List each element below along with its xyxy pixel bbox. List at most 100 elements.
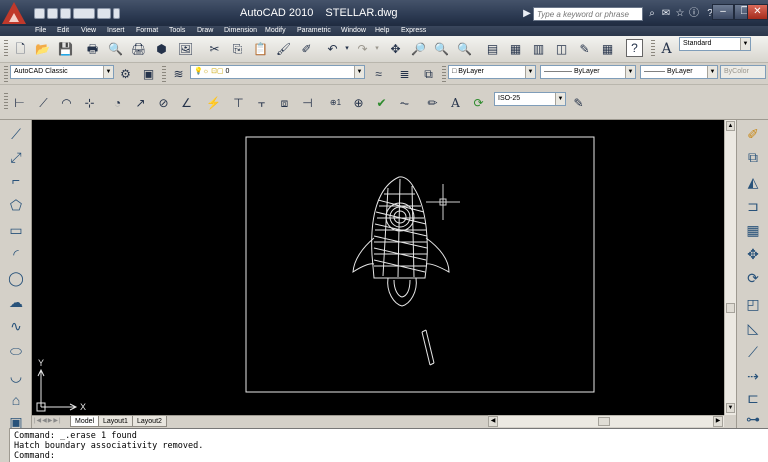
plot-style-select[interactable]: ByColor (720, 65, 766, 79)
join-icon[interactable]: ⊶ (743, 409, 763, 429)
3d-dwf-icon[interactable]: ⬢ (152, 39, 171, 58)
dimension-style-icon[interactable]: ✎ (569, 93, 588, 112)
search-expand-icon[interactable]: ▶ (521, 8, 533, 20)
command-line[interactable]: Command: _.erase 1 found Hatch boundary … (10, 428, 768, 462)
drawing-area[interactable]: Y X (32, 120, 724, 415)
search-icon[interactable]: ⌕ (646, 8, 658, 20)
polyline-icon[interactable]: ⌐ (6, 170, 26, 190)
menu-express[interactable]: Express (401, 26, 426, 36)
insert-block-icon[interactable]: ⌂ (6, 390, 26, 410)
tab-layout1[interactable]: Layout1 (98, 416, 133, 427)
qnew-icon[interactable]: 🗋 (11, 39, 30, 58)
text-style-select[interactable]: Standard ▼ (679, 37, 751, 51)
open-icon[interactable] (47, 8, 58, 19)
workspace-select[interactable]: AutoCAD Classic ▼ (10, 65, 114, 79)
array-icon[interactable]: ▦ (743, 220, 763, 240)
info-icon[interactable]: ⓘ (688, 8, 700, 20)
toolbar-grip[interactable] (442, 66, 446, 82)
match-properties-icon[interactable]: 🖌 (274, 39, 293, 58)
text-style-icon[interactable]: A (657, 39, 676, 58)
copy-object-icon[interactable]: ⧉ (743, 147, 763, 167)
toolbar-grip[interactable] (651, 40, 655, 58)
tab-layout2[interactable]: Layout2 (132, 416, 167, 427)
extend-icon[interactable]: ⇢ (743, 366, 763, 386)
command-line-grip[interactable] (0, 428, 10, 462)
center-mark-icon[interactable]: ⊕ (349, 93, 368, 112)
communication-center-icon[interactable]: ✉ (660, 8, 672, 20)
design-center-icon[interactable]: ▦ (506, 39, 525, 58)
revision-cloud-icon[interactable]: ☁ (6, 292, 26, 312)
plot-icon[interactable]: 🖶 (83, 39, 102, 58)
scroll-up-icon[interactable]: ▲ (726, 121, 735, 131)
save-file-icon[interactable]: 💾 (56, 39, 75, 58)
menu-tools[interactable]: Tools (169, 26, 185, 36)
cut-icon[interactable]: ✂ (205, 39, 224, 58)
lineweight-select[interactable]: ——— ByLayer ▼ (640, 65, 718, 79)
ordinate-icon[interactable]: ⊹ (80, 93, 99, 112)
publish-to-web-icon[interactable]: 🖼 (176, 39, 195, 58)
copy-icon[interactable]: ⎘ (228, 39, 247, 58)
workspace-settings-gear-icon[interactable]: ⚙ (116, 64, 135, 83)
jogged-linear-icon[interactable]: ⏦ (395, 93, 414, 112)
radius-icon[interactable]: ◔ (108, 93, 127, 112)
rotate-icon[interactable]: ⟳ (743, 268, 763, 288)
block-editor-icon[interactable]: ✐ (297, 39, 316, 58)
linetype-select[interactable]: ———— ByLayer ▼ (540, 65, 636, 79)
undo-dropdown-icon[interactable]: ▾ (343, 39, 351, 58)
trim-icon[interactable]: ⟋ (743, 342, 763, 362)
aligned-dimension-icon[interactable]: ⟋ (34, 93, 53, 112)
markup-set-manager-icon[interactable]: ✎ (575, 39, 594, 58)
toolbar-grip[interactable] (4, 93, 8, 111)
scroll-left-icon[interactable]: ◀ (488, 416, 498, 427)
new-icon[interactable] (34, 8, 45, 19)
redo-dropdown-icon[interactable]: ▾ (373, 39, 381, 58)
redo-toolbar-icon[interactable]: ↷ (353, 39, 372, 58)
vertical-scrollbar[interactable]: ▲ ▼ (724, 120, 736, 415)
ellipse-arc-icon[interactable]: ◡ (6, 366, 26, 386)
publish-icon[interactable]: 🖨 (129, 39, 148, 58)
make-object-layer-current-icon[interactable]: ≈ (369, 64, 388, 83)
tab-model[interactable]: Model (70, 416, 100, 427)
search-input[interactable] (533, 7, 643, 21)
redo-icon[interactable] (97, 8, 111, 19)
workspace-switch-icon[interactable]: ▣ (139, 64, 158, 83)
color-select[interactable]: □ ByLayer ▼ (448, 65, 536, 79)
menu-help[interactable]: Help (375, 26, 389, 36)
arc-icon[interactable]: ◜ (6, 244, 26, 264)
close-button[interactable]: ✕ (747, 4, 768, 20)
scroll-right-icon[interactable]: ▶ (713, 416, 723, 427)
layer-previous-icon[interactable]: ≣ (395, 64, 414, 83)
dimension-break-icon[interactable]: ⊣ (298, 93, 317, 112)
quickcalc-icon[interactable]: ▦ (598, 39, 617, 58)
menu-view[interactable]: View (81, 26, 96, 36)
offset-icon[interactable]: ⊐ (743, 196, 763, 216)
toolbar-grip[interactable] (162, 66, 166, 82)
properties-icon[interactable]: ▤ (483, 39, 502, 58)
menu-modify[interactable]: Modify (265, 26, 286, 36)
menu-insert[interactable]: Insert (107, 26, 125, 36)
inspection-icon[interactable]: ✔ (372, 93, 391, 112)
layer-properties-icon[interactable]: ≋ (169, 64, 188, 83)
erase-icon[interactable]: ✐ (743, 124, 763, 144)
menu-parametric[interactable]: Parametric (297, 26, 331, 36)
favorites-icon[interactable]: ☆ (674, 8, 686, 20)
quick-access-dropdown-icon[interactable] (113, 8, 120, 19)
jogged-icon[interactable]: ↗ (131, 93, 150, 112)
circle-icon[interactable]: ◯ (6, 268, 26, 288)
linear-dimension-icon[interactable]: ⊢ (10, 93, 29, 112)
dimension-update-icon[interactable]: ⟳ (469, 93, 488, 112)
zoom-window-icon[interactable]: 🔍 (432, 39, 451, 58)
menu-dimension[interactable]: Dimension (224, 26, 257, 36)
polygon-icon[interactable]: ⬠ (6, 195, 26, 215)
diameter-icon[interactable]: ⊘ (154, 93, 173, 112)
menu-draw[interactable]: Draw (197, 26, 213, 36)
command-prompt[interactable]: Command: (14, 451, 764, 461)
plot-preview-icon[interactable]: 🔍 (106, 39, 125, 58)
dimension-edit-icon[interactable]: ✏ (423, 93, 442, 112)
sheet-set-manager-icon[interactable]: ◫ (552, 39, 571, 58)
menu-format[interactable]: Format (136, 26, 158, 36)
menu-file[interactable]: File (35, 26, 46, 36)
zoom-realtime-icon[interactable]: 🔎 (409, 39, 428, 58)
help-toolbar-icon[interactable]: ? (626, 39, 643, 57)
paste-icon[interactable]: 📋 (251, 39, 270, 58)
